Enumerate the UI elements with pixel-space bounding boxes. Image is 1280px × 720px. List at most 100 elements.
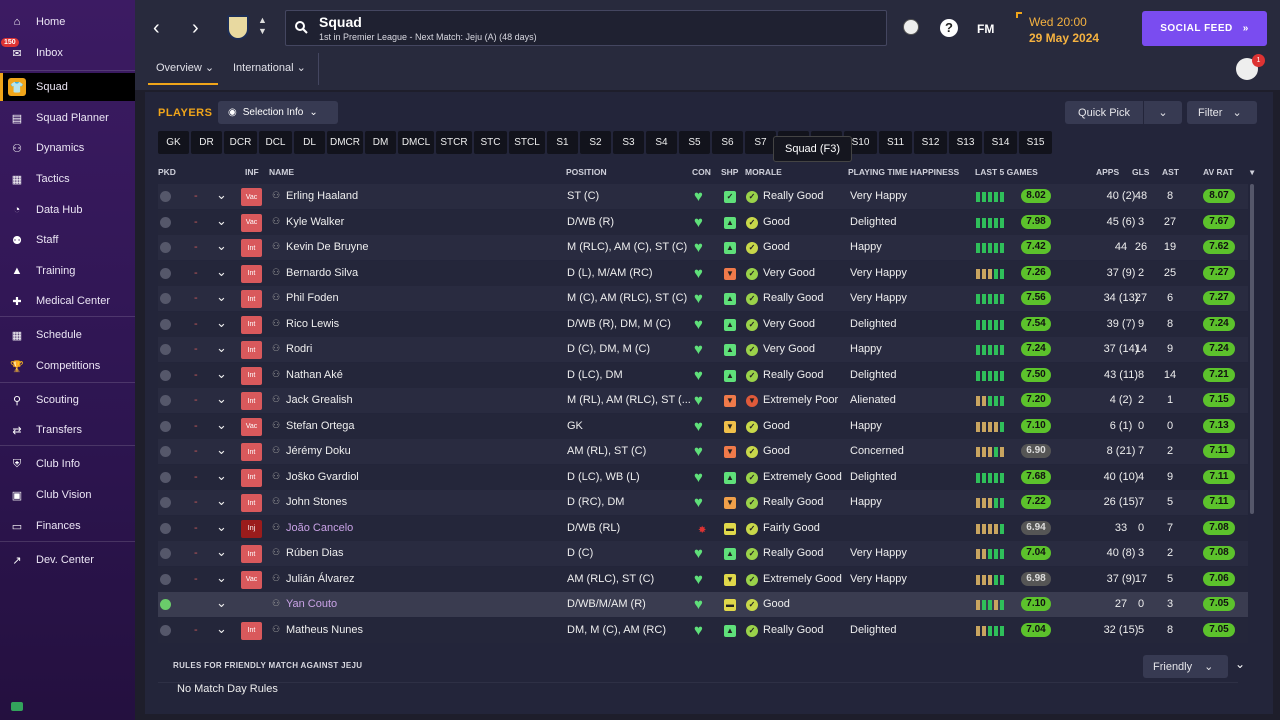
row-expand-chevron-icon[interactable]: ⌄	[216, 519, 227, 535]
picked-check-icon[interactable]	[160, 318, 171, 330]
game-time[interactable]: Wed 20:00	[1029, 15, 1087, 29]
sidebar-item-data-hub[interactable]: ◔ Data Hub	[0, 196, 135, 224]
position-chip[interactable]: S12	[914, 131, 947, 154]
player-name[interactable]: Jérémy Doku	[286, 445, 351, 457]
table-row[interactable]: - ⌄ Int ⚇ John Stones D (RC), DM ♥ ▼ ✓ Really Goo…	[158, 490, 1248, 515]
table-row[interactable]: - ⌄ Int ⚇ Bernardo Silva D (L), M/AM (RC) ♥ ▼ ✓ V…	[158, 260, 1248, 286]
sidebar-item-dev-center[interactable]: ↗ Dev. Center	[0, 546, 135, 574]
player-name[interactable]: Matheus Nunes	[286, 624, 363, 636]
table-row[interactable]: - ⌄ Int ⚇ Rico Lewis D/WB (R), DM, M (C) ♥ ▲ ✓ Ve…	[158, 311, 1248, 337]
picked-check-icon[interactable]	[160, 548, 171, 559]
quick-pick-dropdown[interactable]: ⌄	[1144, 101, 1182, 124]
position-chip[interactable]: S15	[1019, 131, 1052, 154]
picked-check-icon[interactable]	[160, 293, 171, 304]
sidebar-item-club-vision[interactable]: ▣ Club Vision	[0, 481, 135, 509]
fm-logo[interactable]: FM	[977, 22, 994, 36]
picked-check-icon[interactable]	[160, 471, 171, 483]
info-badge[interactable]: Int	[241, 290, 262, 308]
table-row[interactable]: - ⌄ Int ⚇ Phil Foden M (C), AM (RLC), ST (C) ♥…	[158, 286, 1248, 311]
info-badge[interactable]: Int	[241, 545, 262, 563]
forward-arrow-icon[interactable]: ›	[192, 17, 199, 40]
sidebar-item-club-info[interactable]: ⛨ Club Info	[0, 450, 135, 478]
col-gls[interactable]: GLS	[1132, 167, 1149, 177]
table-row[interactable]: - ⌄ Vac ⚇ Erling Haaland ST (C) ♥ ✓ ✓ Really Good…	[158, 184, 1248, 209]
row-expand-chevron-icon[interactable]: ⌄	[216, 366, 227, 382]
col-avrat[interactable]: AV RAT	[1203, 167, 1233, 177]
row-expand-chevron-icon[interactable]: ⌄	[216, 468, 227, 484]
sidebar-item-tactics[interactable]: ▦ Tactics	[0, 165, 135, 193]
player-name[interactable]: Kevin De Bruyne	[286, 241, 369, 253]
picked-check-icon[interactable]	[160, 216, 171, 228]
table-row[interactable]: - ⌄ Inj ⚇ João Cancelo D/WB (RL) ✸ ▬ ✓ Fairly Goo…	[158, 515, 1248, 541]
picked-check-icon[interactable]	[160, 344, 171, 355]
picked-check-icon[interactable]	[160, 573, 171, 585]
table-row[interactable]: - ⌄ Int ⚇ Matheus Nunes DM, M (C), AM (RC) ♥ ▲ ✓…	[158, 617, 1248, 643]
info-badge[interactable]: Int	[241, 315, 262, 334]
position-chip[interactable]: STC	[474, 131, 507, 154]
picked-check-icon[interactable]	[160, 599, 171, 610]
player-name[interactable]: Joško Gvardiol	[286, 471, 359, 483]
column-options-icon[interactable]: ▾	[1250, 167, 1254, 178]
position-chip[interactable]: DR	[191, 131, 222, 154]
row-expand-chevron-icon[interactable]: ⌄	[216, 238, 227, 254]
sidebar-item-scouting[interactable]: ⚲ Scouting	[0, 386, 135, 414]
collapse-chevron-icon[interactable]: ⌄	[1235, 657, 1245, 671]
help-icon[interactable]: ?	[940, 19, 958, 37]
club-crest-icon[interactable]	[227, 15, 249, 40]
position-chip[interactable]: DMCL	[398, 131, 434, 154]
picked-check-icon[interactable]	[160, 420, 171, 432]
row-expand-chevron-icon[interactable]: ⌄	[216, 442, 227, 458]
table-row[interactable]: - ⌄ Int ⚇ Jérémy Doku AM (RL), ST (C) ♥ ▼ ✓ Good C…	[158, 439, 1248, 464]
col-pkd[interactable]: PKD	[158, 167, 176, 177]
col-ast[interactable]: AST	[1162, 167, 1179, 177]
sidebar-item-inbox[interactable]: ✉ Inbox	[0, 39, 135, 67]
player-name[interactable]: John Stones	[286, 496, 347, 508]
position-chip[interactable]: DMCR	[327, 131, 363, 154]
picked-check-icon[interactable]	[160, 395, 171, 406]
player-name[interactable]: Erling Haaland	[286, 190, 358, 202]
col-position[interactable]: POSITION	[566, 167, 607, 177]
position-chip[interactable]: STCR	[436, 131, 472, 154]
player-name[interactable]: Bernardo Silva	[286, 267, 358, 279]
col-playing-time-happiness[interactable]: PLAYING TIME HAPPINESS	[848, 167, 959, 177]
info-badge[interactable]: Int	[241, 366, 262, 385]
info-badge[interactable]: Int	[241, 468, 262, 487]
player-name[interactable]: Rico Lewis	[286, 318, 339, 330]
player-name[interactable]: Julián Álvarez	[286, 573, 354, 585]
picked-check-icon[interactable]	[160, 624, 171, 636]
row-expand-chevron-icon[interactable]: ⌄	[216, 570, 227, 586]
picked-check-icon[interactable]	[160, 446, 171, 457]
position-chip[interactable]: DL	[294, 131, 325, 154]
info-badge[interactable]: Vac	[241, 213, 262, 232]
row-expand-chevron-icon[interactable]: ⌄	[216, 289, 227, 305]
position-chip[interactable]: DCR	[224, 131, 257, 154]
sidebar-item-competitions[interactable]: 🏆 Competitions	[0, 352, 135, 380]
row-expand-chevron-icon[interactable]: ⌄	[216, 621, 227, 637]
info-badge[interactable]: Vac	[241, 188, 262, 206]
filter-button[interactable]: Filter ⌄	[1187, 101, 1257, 124]
sidebar-item-dynamics[interactable]: ⚇ Dynamics	[0, 134, 135, 162]
position-chip[interactable]: S13	[949, 131, 982, 154]
position-chip[interactable]: DCL	[259, 131, 292, 154]
picked-check-icon[interactable]	[160, 522, 171, 534]
sidebar-item-training[interactable]: ▲ Training	[0, 257, 135, 285]
picked-check-icon[interactable]	[160, 191, 171, 202]
club-switch-chevron-icon[interactable]: ▲ ▼	[258, 15, 267, 37]
row-expand-chevron-icon[interactable]: ⌄	[216, 187, 227, 203]
sidebar-item-schedule[interactable]: ▦ Schedule	[0, 321, 135, 349]
selection-info-button[interactable]: ◉ Selection Info ⌄	[218, 101, 338, 124]
back-arrow-icon[interactable]: ‹	[153, 17, 160, 40]
col-con[interactable]: CON	[692, 167, 711, 177]
player-name[interactable]: João Cancelo	[286, 522, 353, 534]
player-name[interactable]: Stefan Ortega	[286, 420, 355, 432]
table-row[interactable]: - ⌄ Vac ⚇ Stefan Ortega GK ♥ ▼ ✓ Good Happy 7.10 6 (…	[158, 413, 1248, 439]
info-badge[interactable]: Inj	[241, 519, 262, 538]
position-chip[interactable]: S6	[712, 131, 743, 154]
table-row[interactable]: ⌄ ⚇ Yan Couto D/WB/M/AM (R) ♥ ▬ ✓ Good 7.10 27 0 3 7…	[158, 592, 1248, 617]
quick-pick-button[interactable]: Quick Pick	[1065, 101, 1143, 124]
player-name[interactable]: Phil Foden	[286, 292, 339, 304]
col-last5[interactable]: LAST 5 GAMES	[975, 167, 1038, 177]
row-expand-chevron-icon[interactable]: ⌄	[216, 213, 227, 229]
row-expand-chevron-icon[interactable]: ⌄	[216, 315, 227, 331]
table-row[interactable]: - ⌄ Int ⚇ Rodri D (C), DM, M (C) ♥ ▲ ✓ Very Good H…	[158, 337, 1248, 362]
